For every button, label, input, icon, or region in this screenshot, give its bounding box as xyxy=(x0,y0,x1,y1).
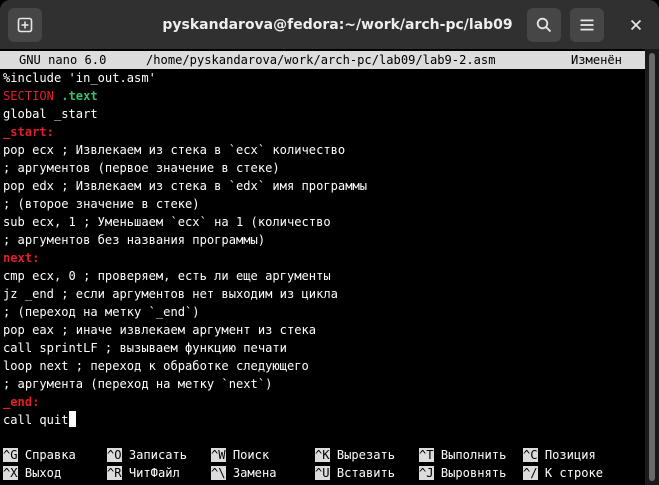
nano-header-bar: GNU nano 6.0 /home/pyskandarova/work/arc… xyxy=(0,51,645,69)
code-line: pop edx ; Извлекаем из стека в `edx` имя… xyxy=(3,177,367,195)
shortcut-key: ^/ xyxy=(523,466,538,480)
shortcut-item[interactable]: ^W Поиск xyxy=(211,446,269,464)
code-line: call quit xyxy=(3,411,76,429)
code-line: ; (второе значение в стеке) xyxy=(3,195,200,213)
shortcut-item[interactable]: ^X Выход xyxy=(3,464,61,482)
code-line: ; аргументов без названия программы) xyxy=(3,231,265,249)
shortcut-item[interactable]: ^G Справка xyxy=(3,446,76,464)
shortcut-label: ЧитФайл xyxy=(121,466,180,480)
code-line: loop next ; переход к обработке следующе… xyxy=(3,357,309,375)
shortcut-key: ^U xyxy=(315,466,330,480)
code-line: global _start xyxy=(3,105,98,123)
code-token: sub ecx, 1 ; Уменьшаем `ecx` на 1 (колич… xyxy=(3,215,331,229)
shortcut-key: ^J xyxy=(419,466,434,480)
shortcut-item[interactable]: ^/ К строке xyxy=(523,464,603,482)
file-path: /home/pyskandarova/work/arch-pc/lab09/la… xyxy=(146,53,496,67)
modified-status: Изменён xyxy=(571,53,622,67)
code-token: jz _end ; если аргументов нет выходим из… xyxy=(3,287,338,301)
code-line: %include 'in_out.asm' xyxy=(3,69,156,87)
code-token: ; аргумента (переход на метку `next`) xyxy=(3,377,273,391)
shortcut-item[interactable]: ^R ЧитФайл xyxy=(107,464,180,482)
nano-version: GNU nano 6.0 xyxy=(19,53,107,67)
shortcut-key: ^G xyxy=(3,448,18,462)
text-cursor xyxy=(68,411,76,427)
code-line: call sprintLF ; вызываем функцию печати xyxy=(3,339,287,357)
code-token: pop ecx ; Извлекаем из стека в `ecx` кол… xyxy=(3,143,346,157)
shortcut-key: ^T xyxy=(419,448,434,462)
code-token: _start: xyxy=(3,125,54,139)
code-line: ; (переход на метку `_end`) xyxy=(3,303,200,321)
shortcut-label: Поиск xyxy=(225,448,270,462)
code-token: ; (второе значение в стеке) xyxy=(3,197,200,211)
search-button[interactable] xyxy=(527,8,561,42)
code-line: sub ecx, 1 ; Уменьшаем `ecx` на 1 (колич… xyxy=(3,213,331,231)
shortcut-label: Записать xyxy=(121,448,188,462)
close-button[interactable] xyxy=(618,8,654,42)
code-token: .text xyxy=(61,89,98,103)
code-line: SECTION .text xyxy=(3,87,98,105)
title-bar: pyskandarova@fedora:~/work/arch-pc/lab09 xyxy=(0,0,659,49)
new-tab-button[interactable] xyxy=(8,8,42,42)
shortcut-key: ^\ xyxy=(211,466,226,480)
shortcut-item[interactable]: ^J Выровнять xyxy=(419,464,506,482)
shortcut-key: ^R xyxy=(107,466,122,480)
code-token: call quit xyxy=(3,413,69,427)
shortcut-item[interactable]: ^K Вырезать xyxy=(315,446,395,464)
shortcut-key: ^O xyxy=(107,448,122,462)
shortcut-key: ^X xyxy=(3,466,18,480)
shortcut-key: ^C xyxy=(523,448,538,462)
code-token: global _start xyxy=(3,107,98,121)
code-token: _end: xyxy=(3,395,40,409)
shortcut-label: Замена xyxy=(225,466,277,480)
code-line: _start: xyxy=(3,123,54,141)
code-line: next: xyxy=(3,249,39,267)
code-token: pop edx ; Извлекаем из стека в `edx` имя… xyxy=(3,179,368,193)
shortcut-label: Справка xyxy=(17,448,76,462)
code-token: ; аргументов (первое значение в стеке) xyxy=(3,161,280,175)
shortcut-item[interactable]: ^O Записать xyxy=(107,446,187,464)
code-line: pop eax ; иначе извлекаем аргумент из ст… xyxy=(3,321,316,339)
code-line: ; аргумента (переход на метку `next`) xyxy=(3,375,272,393)
window-title-text: pyskandarova@fedora:~/work/arch-pc/lab09 xyxy=(162,16,513,33)
code-token: loop next ; переход к обработке следующе… xyxy=(3,359,309,373)
shortcut-item[interactable]: ^C Позиция xyxy=(523,446,596,464)
code-token: %include 'in_out.asm' xyxy=(3,71,156,85)
hamburger-icon xyxy=(580,19,594,31)
code-line: jz _end ; если аргументов нет выходим из… xyxy=(3,285,338,303)
terminal-area[interactable]: GNU nano 6.0 /home/pyskandarova/work/arc… xyxy=(0,49,645,485)
shortcut-label: Вставить xyxy=(329,466,396,480)
shortcut-label: Выход xyxy=(17,466,62,480)
code-token: call sprintLF ; вызываем функцию печати xyxy=(3,341,287,355)
code-token: ; аргументов без названия программы) xyxy=(3,233,266,247)
shortcut-label: Вырезать xyxy=(329,448,396,462)
shortcut-label: Выполнить xyxy=(433,448,507,462)
shortcut-label: Позиция xyxy=(537,448,596,462)
shortcut-item[interactable]: ^\ Замена xyxy=(211,464,277,482)
code-token: ; (переход на метку `_end`) xyxy=(3,305,200,319)
code-line: _end: xyxy=(3,393,39,411)
magnifier-icon xyxy=(536,17,552,33)
code-line: ; аргументов (первое значение в стеке) xyxy=(3,159,280,177)
shortcut-key: ^W xyxy=(211,448,226,462)
scrollbar-thumb[interactable] xyxy=(649,53,655,481)
menu-button[interactable] xyxy=(570,8,604,42)
plus-square-icon xyxy=(17,17,33,33)
code-token: next: xyxy=(3,251,40,265)
code-token: pop eax ; иначе извлекаем аргумент из ст… xyxy=(3,323,317,337)
code-token: SECTION xyxy=(3,89,54,103)
shortcut-item[interactable]: ^T Выполнить xyxy=(419,446,506,464)
code-line: cmp ecx, 0 ; проверяем, есть ли еще аргу… xyxy=(3,267,331,285)
code-token: cmp ecx, 0 ; проверяем, есть ли еще аргу… xyxy=(3,269,331,283)
scrollbar[interactable] xyxy=(645,49,659,485)
close-x-icon xyxy=(630,19,642,31)
shortcut-key: ^K xyxy=(315,448,330,462)
code-line: pop ecx ; Извлекаем из стека в `ecx` кол… xyxy=(3,141,345,159)
shortcut-item[interactable]: ^U Вставить xyxy=(315,464,395,482)
shortcut-label: К строке xyxy=(537,466,604,480)
shortcut-label: Выровнять xyxy=(433,466,507,480)
